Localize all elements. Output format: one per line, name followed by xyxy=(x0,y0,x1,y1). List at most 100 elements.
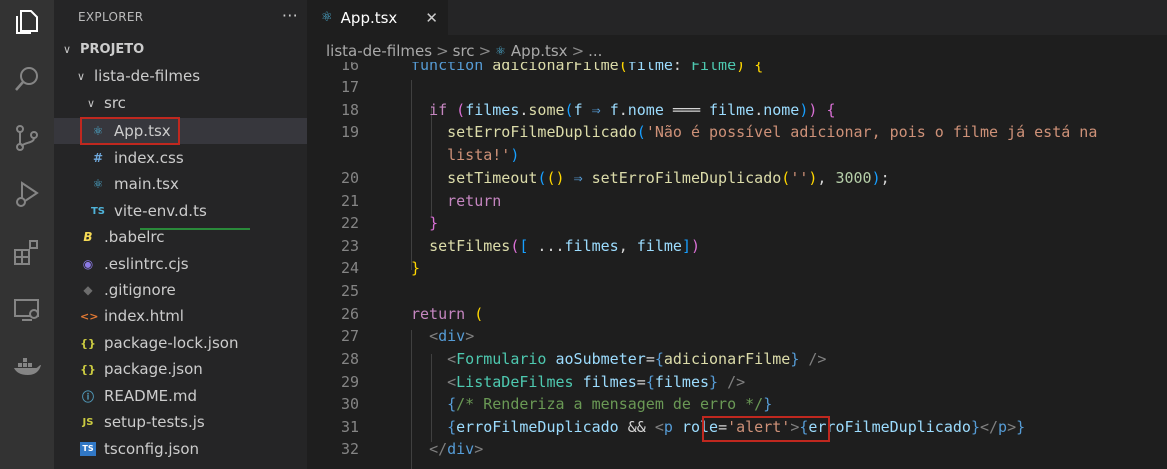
close-icon[interactable]: ✕ xyxy=(425,9,438,27)
json-icon: {} xyxy=(80,336,96,350)
tree-item-label: index.css xyxy=(114,149,184,167)
html-icon: <> xyxy=(80,309,99,323)
tree-file-gitignore[interactable]: ◆ .gitignore xyxy=(54,277,307,303)
json-icon: {} xyxy=(80,362,96,376)
code-line-19: setErroFilmeDuplicado('Não é possível ad… xyxy=(447,123,1098,141)
remote-explorer-icon[interactable] xyxy=(9,292,45,328)
tree-item-label: vite-env.d.ts xyxy=(114,202,207,220)
code-line-16: function adicionarFilme(filme: Filme) { xyxy=(411,62,764,74)
line-number: 28 xyxy=(340,350,359,368)
breadcrumb: lista-de-filmes > src > ⚛ App.tsx > ... xyxy=(326,41,602,61)
tree-file-package-lock[interactable]: {} package-lock.json xyxy=(54,330,307,356)
react-icon: ⚛ xyxy=(495,44,506,58)
code-line-29: <ListaDeFilmes filmes={filmes} /> xyxy=(447,373,746,391)
typescript-icon: TS xyxy=(80,442,96,456)
tree-item-label: package-lock.json xyxy=(104,334,239,352)
tab-bar: ⚛ App.tsx ✕ xyxy=(307,0,1167,35)
tree-folder-src[interactable]: ∨ src xyxy=(54,90,337,116)
git-icon: ◆ xyxy=(83,283,93,297)
breadcrumb-item[interactable]: App.tsx xyxy=(511,42,568,60)
tree-file-setup-tests[interactable]: JS setup-tests.js xyxy=(54,409,307,435)
explorer-sidebar: EXPLORER ··· ∨ PROJETO ∨ lista-de-filmes… xyxy=(54,0,307,469)
react-icon: ⚛ xyxy=(92,177,104,191)
docker-icon[interactable] xyxy=(9,350,45,386)
line-number: 30 xyxy=(340,395,359,413)
tree-item-label: setup-tests.js xyxy=(104,413,205,431)
code-line-18: if (filmes.some(f ⇒ f.nome ═══ filme.nom… xyxy=(429,101,836,119)
react-icon: ⚛ xyxy=(321,10,333,25)
tree-item-label: package.json xyxy=(104,360,203,378)
tree-item-label: .eslintrc.cjs xyxy=(104,255,189,273)
breadcrumb-separator: > xyxy=(436,42,449,60)
tree-item-label: main.tsx xyxy=(114,175,179,193)
line-number: 31 xyxy=(340,418,359,436)
line-number: 32 xyxy=(340,440,359,458)
javascript-icon: JS xyxy=(82,416,94,428)
code-line-30: {/* Renderiza a mensagem de erro */} xyxy=(447,395,773,413)
chevron-down-icon: ∨ xyxy=(86,96,96,110)
line-number: 18 xyxy=(340,101,359,119)
line-number: 17 xyxy=(340,78,359,96)
line-number: 25 xyxy=(340,282,359,300)
tree-item-label: .gitignore xyxy=(104,281,176,299)
tree-file-package-json[interactable]: {} package.json xyxy=(54,356,307,382)
source-control-icon[interactable] xyxy=(9,120,45,156)
line-number: 19 xyxy=(340,123,359,141)
chevron-down-icon: ∨ xyxy=(62,42,72,56)
line-number: 27 xyxy=(340,327,359,345)
breadcrumb-item[interactable]: src xyxy=(453,42,475,60)
code-line-26: return ( xyxy=(411,305,484,323)
tree-file-readme[interactable]: ⓘ README.md xyxy=(54,383,307,409)
css-icon: # xyxy=(92,151,104,165)
code-line-23: setFilmes([ ...filmes, filme]) xyxy=(429,237,700,255)
tree-file-main-tsx[interactable]: ⚛ main.tsx xyxy=(54,171,307,197)
tree-item-label: tsconfig.json xyxy=(104,440,200,458)
annotation-highlight-role-alert xyxy=(702,416,830,442)
explorer-title: EXPLORER xyxy=(78,10,144,24)
annotation-highlight-app-tsx xyxy=(80,117,180,145)
line-number: 16 xyxy=(340,62,359,74)
breadcrumb-item[interactable]: ... xyxy=(588,42,602,60)
extensions-icon[interactable] xyxy=(9,234,45,270)
run-debug-icon[interactable] xyxy=(9,176,45,212)
tab-label: App.tsx xyxy=(340,8,398,27)
typescript-icon: TS xyxy=(90,205,106,217)
tree-file-tsconfig[interactable]: TS tsconfig.json xyxy=(54,436,307,462)
code-line-21: return xyxy=(447,192,502,210)
activity-bar xyxy=(0,0,54,469)
tree-file-eslintrc[interactable]: ◉ .eslintrc.cjs xyxy=(54,251,307,277)
explorer-icon[interactable] xyxy=(9,4,45,40)
tab-app-tsx[interactable]: ⚛ App.tsx ✕ xyxy=(307,0,448,35)
code-line-28: <Formulario aoSubmeter={adicionarFilme} … xyxy=(447,350,827,368)
tree-item-label: src xyxy=(104,94,126,112)
tree-folder-projeto[interactable]: ∨ PROJETO xyxy=(54,36,313,62)
code-line-20: setTimeout(() ⇒ setErroFilmeDuplicado(''… xyxy=(447,169,890,187)
info-icon: ⓘ xyxy=(81,389,94,404)
tree-file-index-html[interactable]: <> index.html xyxy=(54,303,307,329)
babel-icon: B xyxy=(83,230,93,244)
eslint-icon: ◉ xyxy=(82,257,94,271)
line-number: 21 xyxy=(340,192,359,210)
breadcrumb-separator: > xyxy=(478,42,492,60)
code-line-27: <div> xyxy=(429,327,475,345)
line-number: 20 xyxy=(340,169,359,187)
code-editor: ⚛ App.tsx ✕ lista-de-filmes > src > ⚛ Ap… xyxy=(307,0,1167,469)
breadcrumb-item[interactable]: lista-de-filmes xyxy=(326,42,432,60)
code-area[interactable]: 16 17 18 19 20 21 22 23 24 25 26 27 28 2… xyxy=(307,62,1167,469)
tree-file-vite-env[interactable]: TS vite-env.d.ts xyxy=(54,198,307,224)
line-number: 26 xyxy=(340,305,359,323)
line-number: 24 xyxy=(340,259,359,277)
chevron-down-icon: ∨ xyxy=(76,69,86,83)
line-number: 29 xyxy=(340,373,359,391)
tree-file-index-css[interactable]: # index.css xyxy=(54,145,307,171)
more-actions-icon[interactable]: ··· xyxy=(282,6,298,25)
breadcrumb-separator: > xyxy=(571,42,585,60)
search-icon[interactable] xyxy=(9,61,45,97)
explorer-header: EXPLORER ··· xyxy=(78,6,298,25)
line-number: 22 xyxy=(340,214,359,232)
tree-item-label: lista-de-filmes xyxy=(94,67,201,85)
line-number: 23 xyxy=(340,237,359,255)
tree-folder-lista-de-filmes[interactable]: ∨ lista-de-filmes xyxy=(54,63,327,89)
code-line-22: } xyxy=(429,214,439,232)
annotation-underline xyxy=(140,228,250,230)
